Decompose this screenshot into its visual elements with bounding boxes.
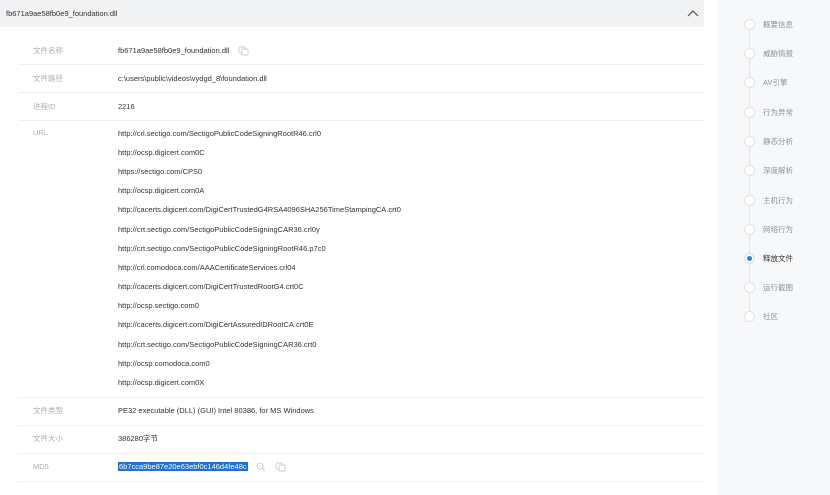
url-row: URL http://crl.sectigo.com/SectigoPublic…	[18, 121, 704, 398]
process-id-label: 进程ID	[33, 101, 56, 111]
nav-item-summary[interactable]: 概要信息	[744, 17, 793, 31]
nav-label: 释放文件	[763, 253, 793, 263]
nav-item-network-behavior[interactable]: 网络行为	[744, 222, 793, 236]
nav-dot-active	[744, 252, 755, 264]
file-name-value: fb671a9ae58fb0e9_foundation.dll	[118, 45, 230, 55]
url-item: http://ocsp.sectigo.com0	[118, 301, 199, 311]
panel-title: fb671a9ae58fb0e9_foundation.dll	[6, 9, 118, 18]
chevron-up-icon	[687, 10, 699, 17]
nav-dot	[744, 76, 755, 88]
url-item: http://crt.sectigo.com/SectigoPublicCode…	[118, 243, 326, 253]
url-item: http://ocsp.comodoca.com0	[118, 358, 210, 368]
file-name-label: 文件名称	[33, 45, 63, 55]
nav-label: 威胁情报	[763, 48, 793, 58]
nav-dot	[744, 281, 755, 293]
file-type-row: 文件类型 PE32 executable (DLL) (GUI) Intel 8…	[18, 398, 704, 426]
url-item: http://ocsp.digicert.com0X	[118, 378, 205, 388]
file-path-value: c:\users\public\videos\vydgd_8\foundatio…	[118, 73, 267, 83]
file-path-row: 文件路径 c:\users\public\videos\vydgd_8\foun…	[18, 65, 704, 93]
file-name-value-cell: fb671a9ae58fb0e9_foundation.dll	[118, 44, 704, 58]
nav-dot	[744, 164, 755, 176]
file-type-value: PE32 executable (DLL) (GUI) Intel 80386,…	[118, 406, 314, 416]
nav-item-behavior-anomaly[interactable]: 行为异常	[744, 105, 793, 119]
url-item: http://ocsp.digicert.com0C	[118, 147, 205, 157]
nav-dot	[744, 18, 755, 30]
url-item: https://sectigo.com/CPS0	[118, 166, 203, 176]
nav-item-av-engine[interactable]: AV引擎	[744, 75, 787, 89]
nav-label: AV引擎	[763, 77, 788, 87]
nav-label: 静态分析	[763, 136, 793, 146]
file-detail-panel: fb671a9ae58fb0e9_foundation.dll 文件名称 fb6…	[0, 0, 704, 495]
url-label: URL	[33, 128, 49, 137]
collapse-button[interactable]	[682, 2, 704, 24]
url-item: http://crl.sectigo.com/SectigoPublicCode…	[118, 128, 322, 138]
nav-item-dropped-files[interactable]: 释放文件	[744, 251, 793, 265]
url-item: http://crl.comodoca.com/AAACertificateSe…	[118, 262, 296, 272]
url-item: http://cacerts.digicert.com/DigiCertTrus…	[118, 205, 401, 215]
nav-item-deep-parse[interactable]: 深度解析	[744, 163, 793, 177]
nav-item-static-analysis[interactable]: 静态分析	[744, 134, 793, 148]
search-icon[interactable]	[256, 462, 266, 472]
md5-label: MD5	[33, 462, 49, 472]
nav-dot	[744, 223, 755, 235]
copy-icon[interactable]	[275, 462, 286, 472]
panel-header[interactable]: fb671a9ae58fb0e9_foundation.dll	[0, 0, 704, 27]
nav-dot	[744, 47, 755, 59]
nav-dot	[744, 106, 755, 118]
nav-item-community[interactable]: 社区	[744, 309, 778, 323]
url-list: http://crl.sectigo.com/SectigoPublicCode…	[118, 124, 704, 393]
url-item: http://cacerts.digicert.com/DigiCertAssu…	[118, 320, 314, 330]
url-item: http://crt.sectigo.com/SectigoPublicCode…	[118, 339, 317, 349]
nav-dot	[744, 194, 755, 206]
process-id-value: 2216	[118, 101, 135, 111]
process-id-row: 进程ID 2216	[18, 93, 704, 121]
nav-item-screenshots[interactable]: 运行截图	[744, 280, 793, 294]
copy-icon[interactable]	[238, 46, 249, 56]
md5-value-cell: 6b7cca9be87e20e63ebf0c146d4fe48c	[118, 460, 704, 474]
file-type-label: 文件类型	[33, 406, 63, 416]
nav-label: 主机行为	[763, 195, 793, 205]
url-item: http://cacerts.digicert.com/DigiCertTrus…	[118, 282, 304, 292]
nav-dot	[744, 310, 755, 322]
file-size-value: 386280字节	[118, 434, 159, 444]
md5-row: MD5 6b7cca9be87e20e63ebf0c146d4fe48c	[18, 454, 704, 482]
nav-item-threat-intel[interactable]: 威胁情报	[744, 46, 793, 60]
url-item: http://ocsp.digicert.com0A	[118, 186, 205, 196]
nav-label: 网络行为	[763, 224, 793, 234]
nav-item-host-behavior[interactable]: 主机行为	[744, 193, 793, 207]
detail-rows: 文件名称 fb671a9ae58fb0e9_foundation.dll 文件路…	[18, 37, 704, 482]
nav-label: 深度解析	[763, 165, 793, 175]
md5-value[interactable]: 6b7cca9be87e20e63ebf0c146d4fe48c	[118, 462, 248, 472]
nav-label: 运行截图	[763, 282, 793, 292]
url-item: http://crt.sectigo.com/SectigoPublicCode…	[118, 224, 320, 234]
nav-label: 社区	[763, 311, 778, 321]
file-size-label: 文件大小	[33, 434, 63, 444]
nav-label: 概要信息	[763, 19, 793, 29]
file-path-label: 文件路径	[33, 73, 63, 83]
file-name-row: 文件名称 fb671a9ae58fb0e9_foundation.dll	[18, 37, 704, 65]
side-navigation: 概要信息 威胁情报 AV引擎 行为异常 静态分析 深度解析 主机行为 网络行为 …	[718, 0, 830, 495]
file-size-row: 文件大小 386280字节	[18, 426, 704, 454]
nav-label: 行为异常	[763, 107, 793, 117]
nav-dot	[744, 135, 755, 147]
